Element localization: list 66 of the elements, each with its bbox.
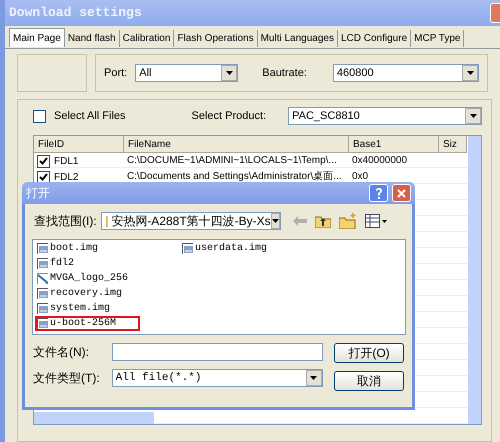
picture-file-icon bbox=[37, 273, 48, 284]
table-cell-text: FDL2 bbox=[54, 170, 78, 184]
new-folder-icon[interactable] bbox=[338, 213, 357, 229]
table-cell-text: FDL1 bbox=[54, 154, 78, 168]
file-item[interactable]: system.img bbox=[35, 301, 140, 316]
file-item[interactable]: boot.img bbox=[35, 241, 140, 256]
open-button[interactable]: 打开(O) bbox=[334, 343, 404, 363]
table-cell-text: C:\Documents and Settings\Administrator\桌面... bbox=[126, 170, 343, 184]
file-name-field[interactable] bbox=[112, 343, 323, 361]
dropdown-arrow-icon bbox=[272, 219, 279, 223]
dropdown-arrow-icon bbox=[310, 376, 318, 380]
select-all-label: Select All Files bbox=[54, 108, 126, 124]
tab[interactable]: LCD Configure bbox=[338, 30, 412, 47]
file-item[interactable]: recovery.img bbox=[35, 286, 140, 301]
file-item[interactable]: u-boot-256M bbox=[35, 316, 140, 331]
product-label: Select Product: bbox=[192, 108, 266, 124]
tab[interactable]: Flash Operations bbox=[174, 30, 258, 47]
close-icon bbox=[397, 188, 406, 198]
up-folder-icon[interactable] bbox=[314, 214, 331, 228]
file-icon bbox=[182, 243, 194, 254]
dropdown-arrow-icon bbox=[470, 114, 476, 118]
tab[interactable]: Main Page bbox=[9, 28, 65, 47]
tab[interactable]: Nand flash bbox=[64, 30, 120, 47]
help-icon bbox=[374, 188, 382, 198]
empty-panel bbox=[17, 54, 87, 92]
file-item[interactable]: fdl2 bbox=[35, 256, 140, 271]
file-checkbox[interactable] bbox=[37, 170, 50, 184]
window-title: Download settings bbox=[9, 4, 142, 22]
column-header[interactable]: Siz bbox=[439, 136, 467, 153]
file-item[interactable]: MVGA_logo_256 bbox=[35, 271, 140, 286]
bautrate-dropdown[interactable]: 460800 bbox=[332, 64, 479, 82]
file-name-label: 文件名(N): bbox=[33, 344, 90, 361]
file-icon bbox=[37, 288, 48, 299]
file-icon bbox=[37, 303, 48, 314]
tab[interactable]: Calibration bbox=[120, 30, 174, 47]
vertical-scrollbar[interactable] bbox=[468, 136, 481, 424]
file-item[interactable]: userdata.img bbox=[180, 241, 280, 256]
tab[interactable]: Multi Languages bbox=[258, 30, 338, 47]
select-all-checkbox[interactable] bbox=[33, 110, 46, 122]
column-header[interactable]: Base1 bbox=[349, 136, 439, 153]
table-cell-text: 0x0 bbox=[351, 170, 370, 184]
cancel-button[interactable]: 取消 bbox=[334, 371, 404, 391]
dropdown-arrow-icon bbox=[226, 71, 233, 75]
bautrate-label: Bautrate: bbox=[262, 66, 307, 81]
file-type-label: 文件类型(T): bbox=[33, 370, 100, 387]
tab[interactable]: MCP Type bbox=[411, 30, 464, 47]
column-header[interactable]: FileName bbox=[124, 136, 349, 153]
dialog-title: 打开 bbox=[26, 185, 50, 202]
look-in-dropdown[interactable]: 安热网-A288T第十四波-By-Xs bbox=[100, 212, 281, 230]
view-menu-icon[interactable] bbox=[364, 214, 387, 228]
file-type-dropdown[interactable]: All file(*.*) bbox=[112, 369, 323, 387]
table-cell-text: C:\DOCUME~1\ADMINI~1\LOCALS~1\Temp\... bbox=[126, 154, 338, 168]
help-button[interactable] bbox=[369, 184, 388, 202]
column-header[interactable]: FileID bbox=[34, 136, 124, 153]
dropdown-arrow-icon bbox=[466, 71, 474, 75]
file-icon bbox=[37, 243, 48, 254]
product-dropdown[interactable]: PAC_SC8810 bbox=[288, 107, 482, 125]
close-button[interactable] bbox=[392, 184, 411, 202]
file-checkbox[interactable] bbox=[37, 154, 50, 168]
look-in-label: 查找范围(I): bbox=[34, 213, 97, 230]
port-label: Port: bbox=[104, 66, 128, 81]
port-dropdown[interactable]: All bbox=[135, 64, 238, 82]
file-icon bbox=[37, 258, 48, 269]
table-cell-text: 0x40000000 bbox=[351, 154, 408, 168]
horizontal-scrollbar[interactable] bbox=[34, 412, 154, 424]
file-icon bbox=[37, 318, 48, 329]
